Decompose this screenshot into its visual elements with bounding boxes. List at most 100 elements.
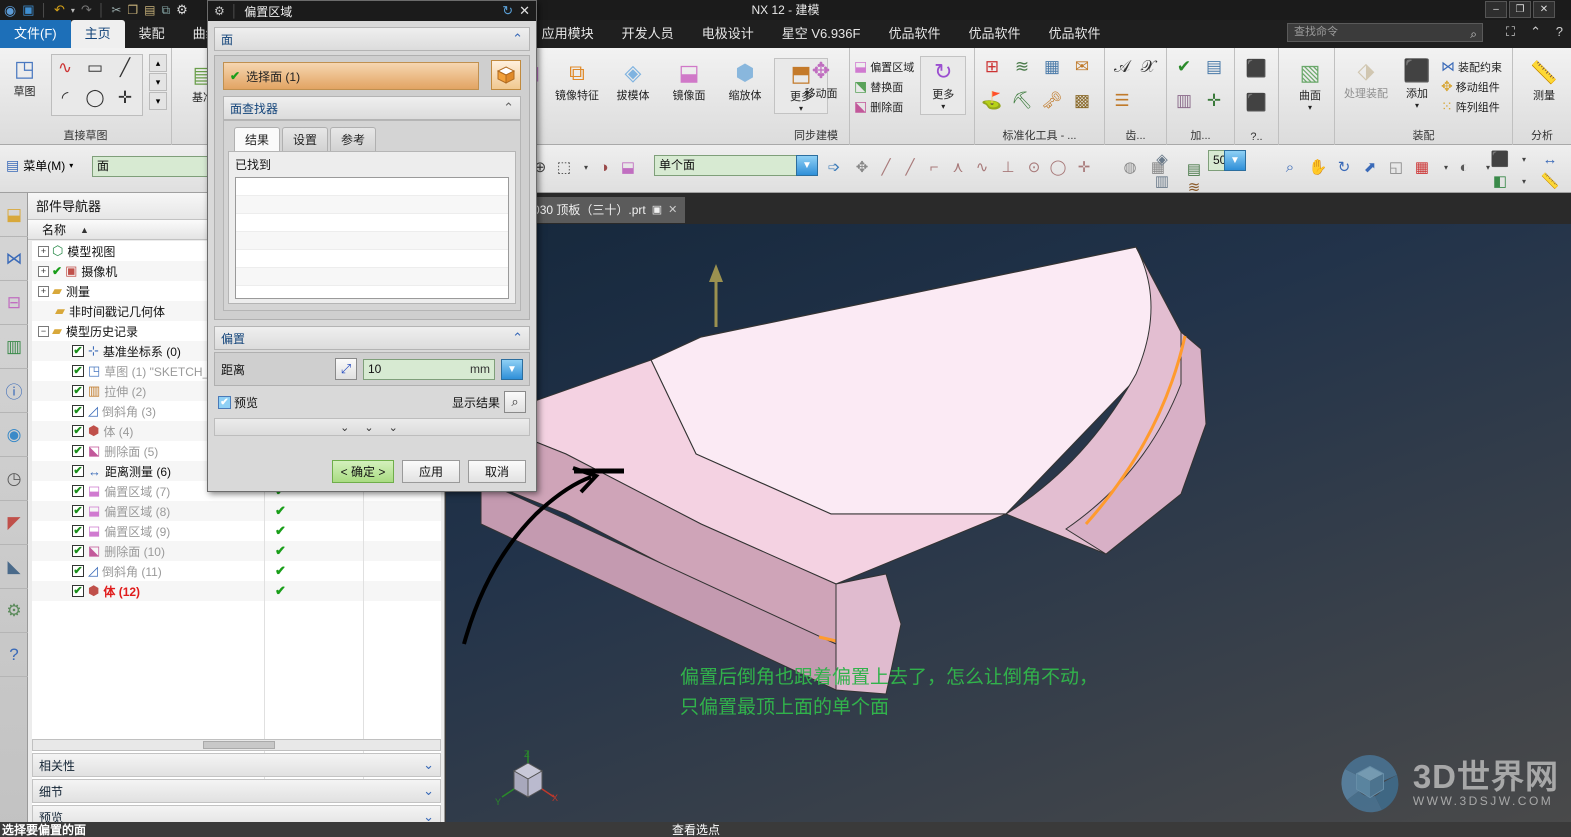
shaded-icon[interactable]: ▦	[1410, 155, 1434, 179]
zoom-dropdown-button[interactable]: ▼	[1224, 150, 1246, 171]
mirror-face-button[interactable]: ⬓ 镜像面	[662, 58, 716, 114]
web-browser-icon[interactable]: ◉	[0, 413, 28, 457]
process-assembly-button[interactable]: ⬗ 处理装配	[1339, 56, 1393, 115]
reuse-library-icon[interactable]: ▥	[0, 325, 28, 369]
assembly-constraint-button[interactable]: ⋈ 装配约束	[1441, 58, 1502, 75]
dialog-section-offset[interactable]: 偏置 ⌃	[214, 326, 530, 350]
search-input[interactable]: 查找命令 ⌕	[1287, 23, 1483, 42]
dialog-section-face-finder[interactable]: 面查找器 ⌃	[223, 96, 521, 120]
tab-youpin-3[interactable]: 优品软件	[1035, 20, 1115, 48]
center-point-icon[interactable]: ⊙	[1022, 155, 1046, 179]
preview-checkbox[interactable]: ✔	[218, 395, 231, 409]
help-icon[interactable]: ?	[1556, 24, 1563, 39]
tree-row-offset-region-8[interactable]: ✔ ⬓ 偏置区域 (8) ✔	[32, 501, 441, 521]
roles-icon[interactable]: ◣	[0, 545, 28, 589]
column-header-name[interactable]: 名称	[42, 221, 66, 238]
measure-icon[interactable]: ⤢	[335, 358, 357, 380]
quadrant-icon[interactable]: ⊥	[996, 155, 1020, 179]
list-item[interactable]	[236, 178, 508, 196]
circle-snap-icon[interactable]: ◯	[1046, 155, 1070, 179]
tab-youpin-1[interactable]: 优品软件	[874, 20, 954, 48]
intersection-icon[interactable]: ⋏	[946, 155, 970, 179]
scrollbar-thumb[interactable]	[203, 741, 275, 749]
feature-checkbox[interactable]: ✔	[72, 345, 84, 357]
chevron-down-icon[interactable]: ⌄	[423, 783, 434, 799]
collapse-ribbon-icon[interactable]: ⌃	[1530, 24, 1541, 40]
gear-tool-2-icon[interactable]: 𝒳	[1135, 54, 1161, 80]
paste-special-icon[interactable]: ⧉	[162, 3, 171, 18]
snap-all-icon[interactable]: ✥	[850, 155, 874, 179]
line-icon[interactable]: ╱	[112, 55, 138, 81]
tab-youpin-2[interactable]: 优品软件	[954, 20, 1034, 48]
color-dropdown-icon[interactable]: ▾	[1512, 169, 1536, 193]
list-item[interactable]	[236, 268, 508, 286]
offset-region-button[interactable]: ⬓ 偏置区域	[854, 58, 914, 75]
nx-logo-icon[interactable]: ◉	[4, 2, 16, 19]
system-icon[interactable]: ⚙	[0, 589, 28, 633]
draft-body-button[interactable]: ◈ 拔模体	[606, 58, 660, 114]
select-face-row[interactable]: ✔ 选择面 (1)	[223, 62, 479, 90]
fullscreen-icon[interactable]: ⛶	[1506, 24, 1515, 40]
scroll-up-icon[interactable]: ▴	[149, 54, 167, 72]
expand-icon[interactable]: +	[38, 285, 49, 297]
face-finder-tabs[interactable]: 结果 设置 参考	[224, 127, 520, 151]
circle-icon[interactable]: ◯	[82, 85, 108, 111]
scroll-down-icon[interactable]: ▾	[149, 73, 167, 91]
std-tool-2-icon[interactable]: ≋	[1009, 54, 1035, 80]
perspective-icon[interactable]: ◱	[1384, 155, 1408, 179]
section-icon[interactable]: ◐	[1452, 155, 1476, 179]
close-button[interactable]: ✕	[1533, 1, 1555, 18]
gear-tool-1-icon[interactable]: 𝒜	[1109, 54, 1135, 80]
cut-icon[interactable]: ✂	[111, 3, 121, 17]
ok-button[interactable]: < 确定 >	[332, 460, 394, 483]
reset-icon[interactable]: ↻	[502, 3, 513, 19]
preview-checkbox-group[interactable]: ✔ 预览	[218, 394, 258, 411]
gallery-more-icon[interactable]: ▾	[149, 92, 167, 110]
spline-icon[interactable]: ∿	[52, 55, 78, 81]
apply-button[interactable]: 应用	[402, 460, 460, 483]
layer-settings-icon[interactable]: ◈	[1150, 147, 1174, 171]
feature-checkbox[interactable]: ✔	[72, 485, 84, 497]
copy-icon[interactable]: ❐	[127, 3, 138, 17]
arc-center-icon[interactable]: ∿	[970, 155, 994, 179]
collapse-icon[interactable]: −	[38, 325, 49, 337]
sort-asc-icon[interactable]: ▲	[80, 225, 89, 235]
endpoint-icon[interactable]: ╱	[874, 155, 898, 179]
scale-body-button[interactable]: ⬢ 缩放体	[718, 58, 772, 114]
chevron-up-icon[interactable]: ⌃	[503, 100, 514, 116]
type-filter-field[interactable]: 面	[92, 156, 208, 177]
save-icon[interactable]: ▣	[22, 2, 34, 18]
tab-developer[interactable]: 开发人员	[608, 20, 688, 48]
close-icon[interactable]: ✕	[668, 197, 677, 223]
magnifier-icon[interactable]: ⌕	[504, 391, 526, 413]
distance-dropdown-button[interactable]: ▼	[501, 358, 523, 380]
zoom-window-icon[interactable]: ⌕	[1278, 155, 1302, 179]
list-item[interactable]	[236, 232, 508, 250]
dialog-expander[interactable]: ⌄ ⌄ ⌄	[214, 418, 530, 436]
std-tool-5-icon[interactable]: ⛳	[979, 88, 1005, 114]
add-tool-axis-icon[interactable]: ✛	[1201, 88, 1227, 114]
chevron-down-icon[interactable]: ⌄	[423, 757, 434, 773]
constraint-navigator-icon[interactable]: ⋈	[0, 237, 28, 281]
assembly-navigator-icon[interactable]: ⬓	[0, 193, 28, 237]
resource-bar[interactable]: ⬓ ⋈ ⊟ ▥ ⓘ ◉ ◷ ◤ ◣ ⚙ ?	[0, 193, 28, 837]
add-tool-clipboard-icon[interactable]: ▤	[1201, 54, 1227, 80]
list-item[interactable]	[236, 250, 508, 268]
list-item[interactable]	[236, 214, 508, 232]
sketch-button[interactable]: ◳ 草图	[4, 54, 45, 116]
rectangle-icon[interactable]: ▭	[82, 55, 108, 81]
offset-region-dialog[interactable]: ⚙ │ 偏置区域 ↻ ✕ 面 ⌃ ✔ 选择面 (1) 面查找器 ⌃ 结果 设置 …	[207, 0, 537, 492]
tab-home[interactable]: 主页	[70, 20, 125, 48]
plus-snap-icon[interactable]: ✛	[1072, 155, 1096, 179]
feature-checkbox[interactable]: ✔	[72, 385, 84, 397]
add-component-button[interactable]: ⬛ 添加 ▾	[1395, 56, 1439, 115]
tangent-icon[interactable]: ⌐	[922, 155, 946, 179]
scope-dropdown-button[interactable]: ▼	[796, 155, 818, 176]
graphics-viewport[interactable]: Z Y X 偏置后倒角也跟着偏置上去了，怎么让倒角不动， 只偏置最顶上面的单个面…	[446, 224, 1571, 837]
list-item[interactable]	[236, 196, 508, 214]
ruler-icon[interactable]: 📏	[1538, 169, 1562, 193]
add-tool-check-icon[interactable]: ✔	[1171, 54, 1197, 80]
redo-icon[interactable]: ↷	[81, 2, 92, 18]
dimension-icon[interactable]: ↔	[1538, 147, 1562, 171]
cancel-button[interactable]: 取消	[468, 460, 526, 483]
